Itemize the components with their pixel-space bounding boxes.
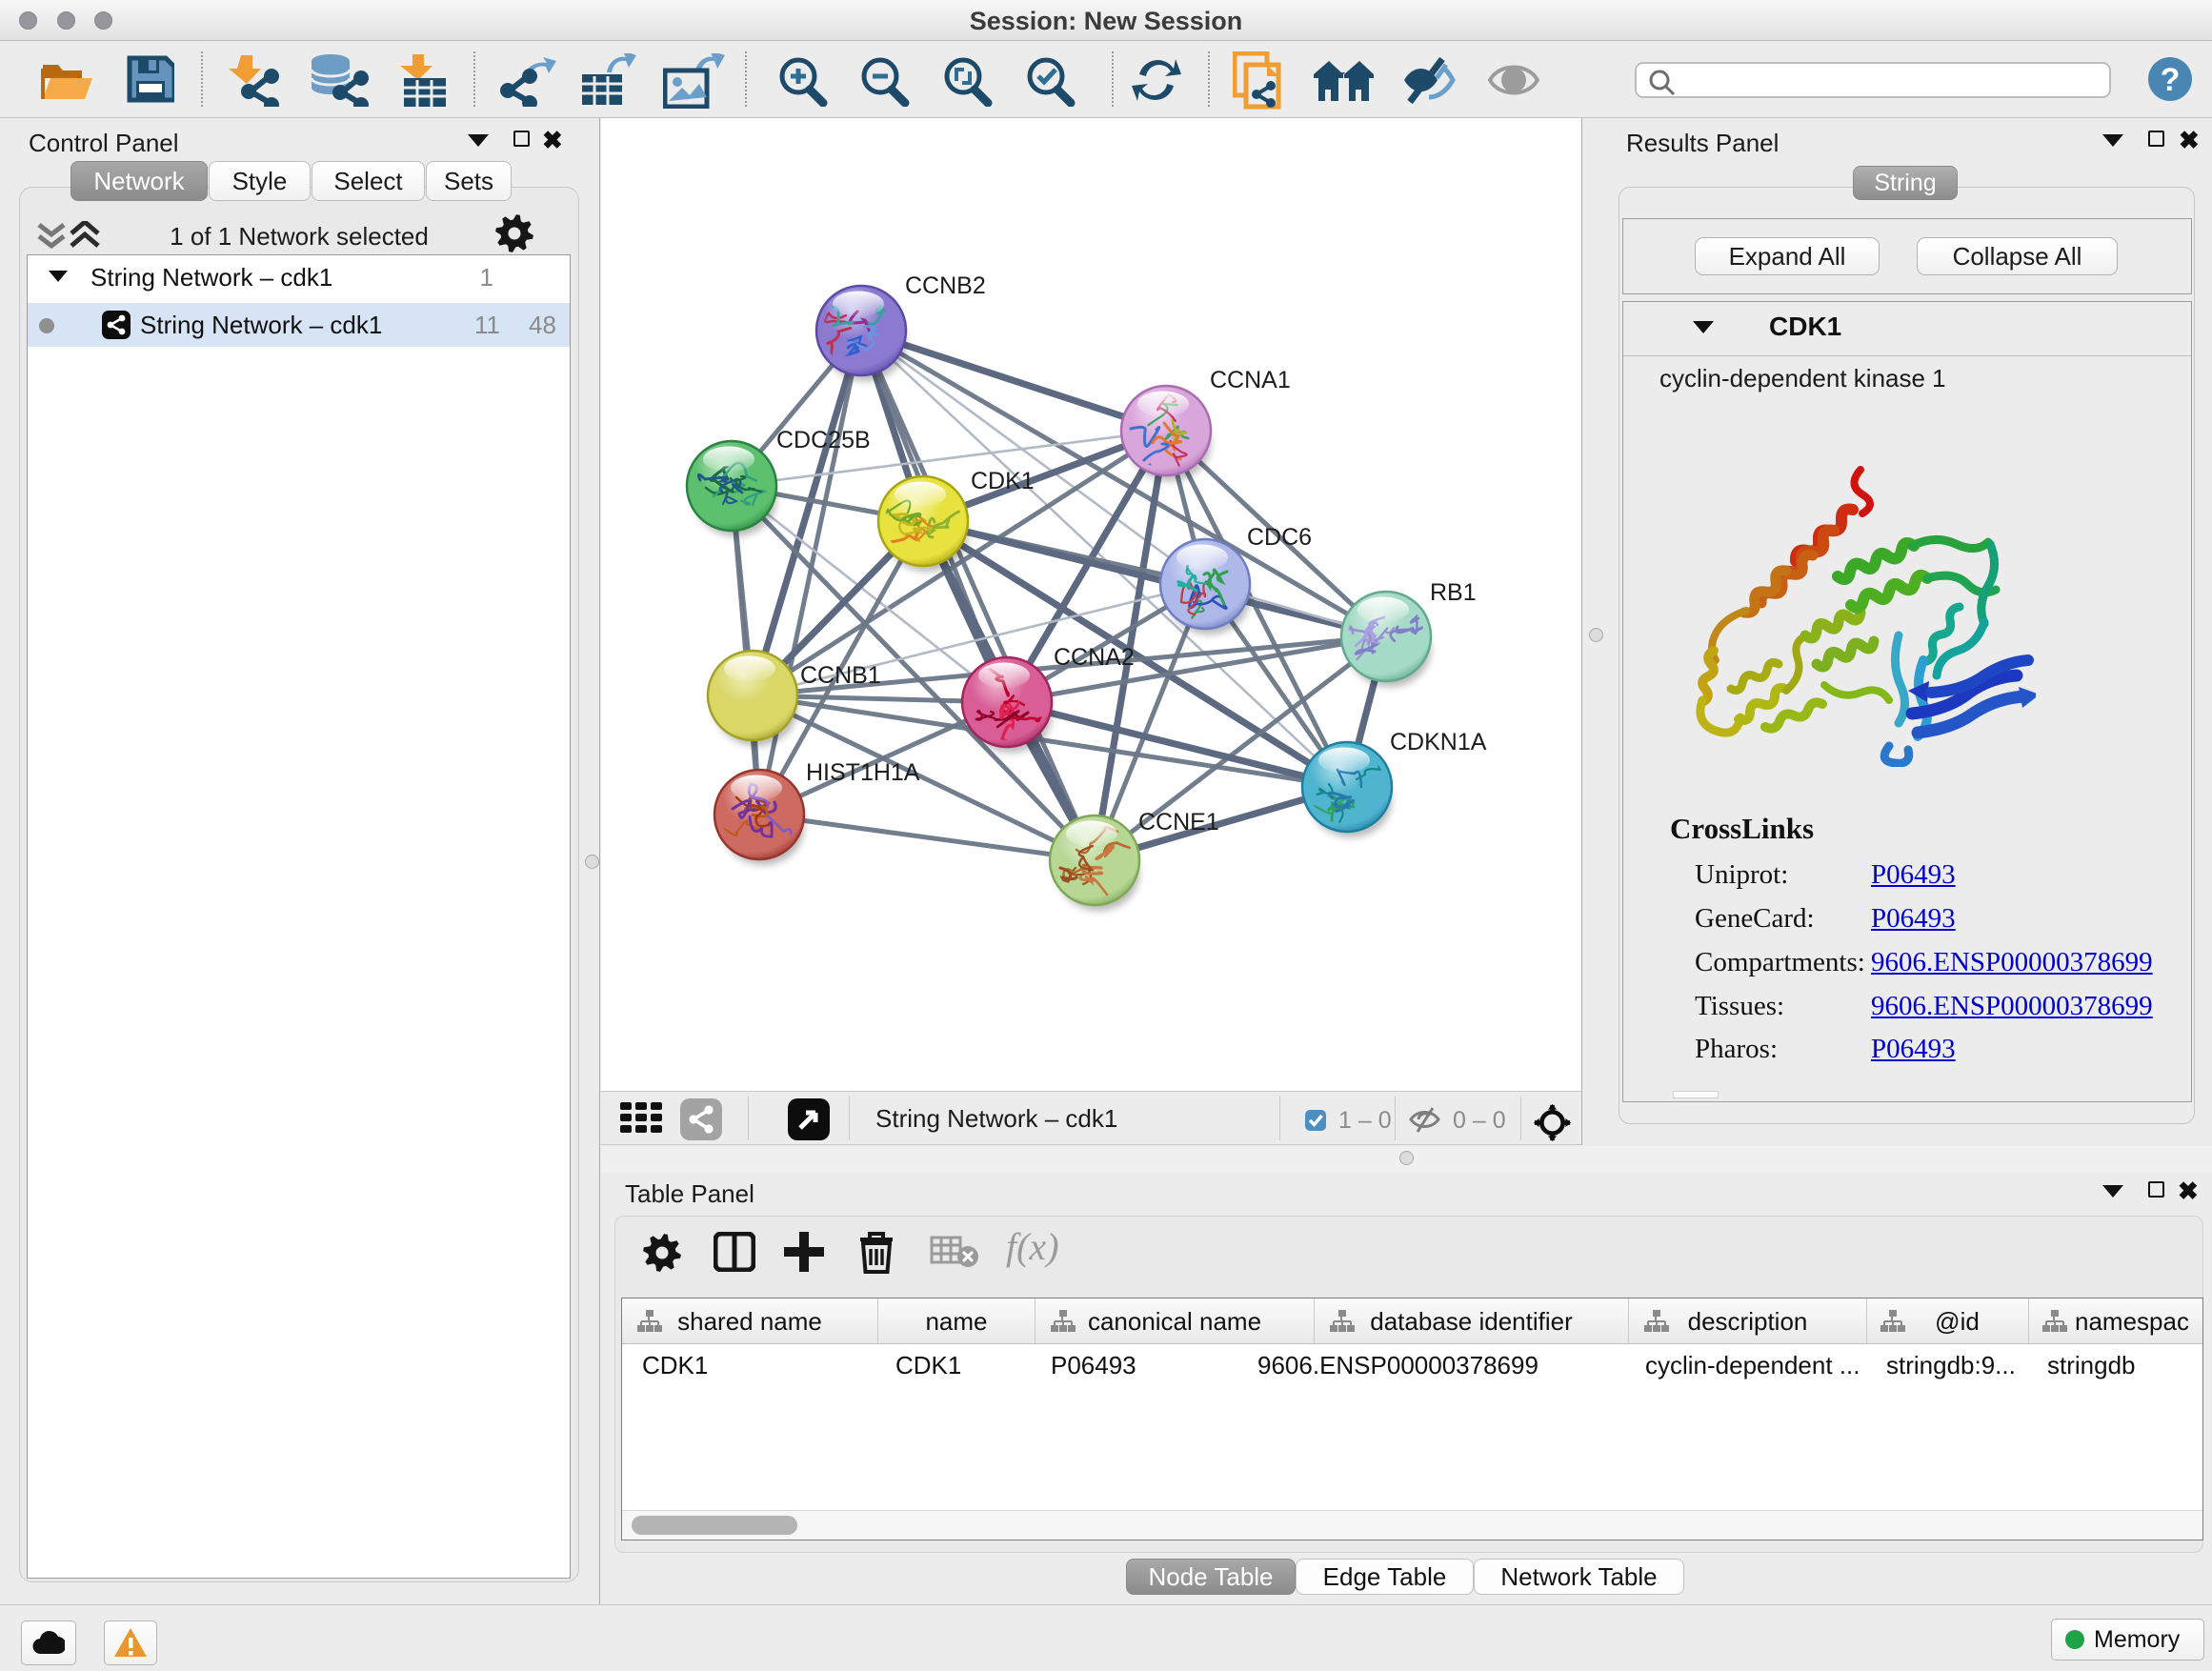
svg-text:HIST1H1A: HIST1H1A xyxy=(806,759,920,786)
svg-text:CDK1: CDK1 xyxy=(971,468,1035,494)
svg-text:RB1: RB1 xyxy=(1430,579,1477,606)
svg-text:CDC6: CDC6 xyxy=(1247,524,1312,551)
svg-text:CDKN1A: CDKN1A xyxy=(1390,729,1487,755)
svg-text:?: ? xyxy=(2161,62,2181,98)
svg-text:CCNB2: CCNB2 xyxy=(905,272,986,299)
svg-text:CCNA1: CCNA1 xyxy=(1210,367,1291,393)
svg-text:CCNE1: CCNE1 xyxy=(1138,809,1219,836)
svg-text:CCNB1: CCNB1 xyxy=(800,662,881,689)
svg-text:CDC25B: CDC25B xyxy=(776,427,871,453)
svg-text:CCNA2: CCNA2 xyxy=(1054,644,1135,671)
